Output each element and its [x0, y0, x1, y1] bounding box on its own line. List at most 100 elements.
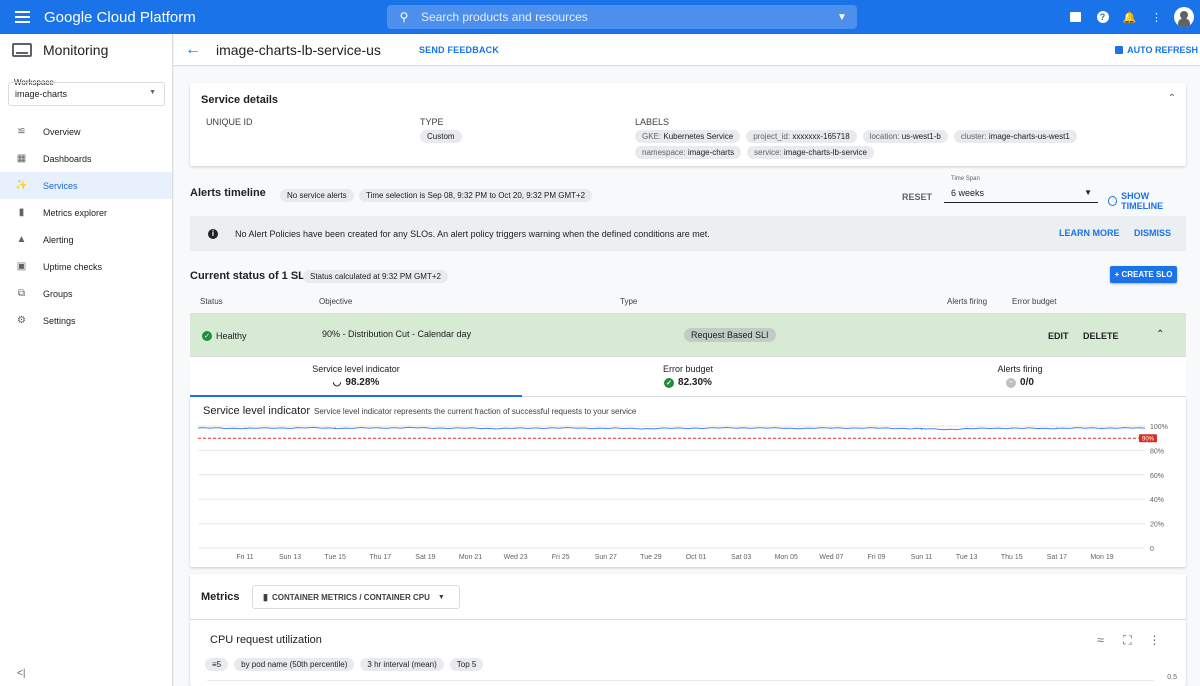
metrics-select[interactable]: ▮ CONTAINER METRICS / CONTAINER CPU ▼: [252, 585, 460, 609]
notifications-icon[interactable]: 🔔: [1116, 0, 1143, 34]
interval-chip[interactable]: 3 hr interval (mean): [360, 658, 444, 671]
col-alerts-firing[interactable]: Alerts firing: [947, 297, 987, 306]
tile-label: Error budget: [662, 364, 714, 374]
sli-chart[interactable]: 0 20% 40% 60% 80% 100% Fri 11 Sun 13 Tue 15 Thu 1…: [190, 397, 1186, 567]
bar-chart-icon: ▮: [263, 591, 268, 602]
x-tick-label: Tue 29: [640, 554, 662, 561]
label-chip: GKE: Kubernetes Service: [635, 130, 741, 143]
auto-refresh-label: AUTO REFRESH: [1127, 45, 1198, 55]
col-objective[interactable]: Objective: [319, 297, 352, 306]
sidebar-item-label: Dashboards: [43, 153, 92, 164]
time-selection-chip: Time selection is Sep 08, 9:32 PM to Oct…: [359, 189, 593, 202]
x-tick-label: Fri 11: [236, 554, 253, 561]
metrics-title: Metrics: [201, 591, 240, 603]
sidebar-item-label: Settings: [43, 315, 76, 326]
brand-title[interactable]: Google Cloud Platform: [44, 9, 196, 26]
fullscreen-icon[interactable]: ⛶: [1114, 633, 1141, 648]
y-tick-label: 40%: [1150, 497, 1164, 504]
sli-data-point: [560, 427, 562, 429]
objective-text: 90% - Distribution Cut - Calendar day: [322, 329, 472, 339]
col-type[interactable]: Type: [620, 297, 637, 306]
more-vert-icon[interactable]: ⋮: [1143, 0, 1170, 34]
sidebar-item-overview[interactable]: ≌ Overview: [0, 118, 172, 145]
dropdown-arrow-icon: ▼: [149, 89, 156, 96]
chevron-down-icon[interactable]: ▼: [827, 12, 857, 23]
sidebar-item-label: Overview: [43, 126, 81, 137]
sidebar-item-services[interactable]: ✨ Services: [0, 172, 172, 199]
chevron-up-icon[interactable]: ⌃: [1168, 93, 1176, 104]
tile-error-budget[interactable]: Error budget ✓ 82.30%: [522, 357, 854, 397]
current-status-title: Current status of 1 SLO: [190, 270, 314, 282]
services-icon: ✨: [15, 180, 28, 191]
threshold-label: 90%: [1142, 437, 1155, 443]
avatar[interactable]: [1174, 7, 1194, 27]
sli-data-point: [1101, 427, 1103, 429]
learn-more-button[interactable]: LEARN MORE: [1059, 228, 1120, 238]
tile-sli[interactable]: Service level indicator ◡ 98.28%: [190, 357, 522, 397]
settings-icon: ⚙: [17, 315, 26, 326]
back-arrow-icon[interactable]: ←: [185, 41, 215, 59]
sidebar-item-groups[interactable]: ⧉ Groups: [0, 280, 172, 307]
more-vert-icon[interactable]: ⋮: [1141, 633, 1168, 648]
reset-button[interactable]: RESET: [902, 192, 932, 202]
filter-chip[interactable]: ≡5: [205, 658, 229, 671]
y-tick-label: 60%: [1150, 473, 1164, 480]
sidebar-item-settings[interactable]: ⚙ Settings: [0, 307, 172, 334]
alerting-icon: ▲: [16, 234, 27, 245]
info-icon: i: [208, 228, 218, 239]
status-calculated-chip: Status calculated at 9:32 PM GMT+2: [303, 270, 448, 283]
sli-data-point: [244, 427, 246, 429]
type-chip: Request Based SLI: [684, 328, 776, 342]
no-alerts-chip: No service alerts: [280, 189, 354, 202]
x-tick-label: Wed 07: [819, 554, 843, 561]
x-tick-label: Sun 27: [595, 554, 617, 561]
menu-icon[interactable]: [0, 0, 44, 34]
tile-label: Service level indicator: [312, 364, 400, 374]
col-error-budget[interactable]: Error budget: [1012, 297, 1056, 306]
tile-alerts-firing[interactable]: Alerts firing – 0/0: [854, 357, 1186, 397]
send-feedback-button[interactable]: SEND FEEDBACK: [419, 45, 499, 55]
tile-label: Alerts firing: [997, 364, 1043, 374]
col-status[interactable]: Status: [200, 297, 223, 306]
x-tick-label: Oct 01: [686, 554, 707, 561]
slo-row[interactable]: ✓ Healthy 90% - Distribution Cut - Calen…: [190, 314, 1186, 357]
top-bar: Google Cloud Platform ⚲ Search products …: [0, 0, 1200, 34]
legend-toggle-icon[interactable]: ≈: [1087, 633, 1114, 648]
cpu-chart-card: CPU request utilization ≈ ⛶ ⋮ ≡5 by pod …: [190, 620, 1186, 686]
tile-value: 0/0: [1020, 377, 1034, 388]
search-input[interactable]: Search products and resources: [421, 10, 827, 24]
groupby-chip[interactable]: by pod name (50th percentile): [234, 658, 355, 671]
edit-button[interactable]: EDIT: [1048, 331, 1069, 341]
sidebar-item-metrics-explorer[interactable]: ▮ Metrics explorer: [0, 199, 172, 226]
check-circle-icon: ✓: [202, 331, 212, 341]
monitoring-icon: [12, 43, 32, 57]
workspace-value: image-charts: [15, 89, 68, 99]
dropdown-arrow-icon: ▼: [1084, 188, 1092, 197]
cloud-shell-icon[interactable]: [1062, 0, 1089, 34]
time-span-select[interactable]: Time Span 6 weeks ▼: [944, 175, 1098, 203]
sidebar-item-dashboards[interactable]: ▦ Dashboards: [0, 145, 172, 172]
tile-value: 82.30%: [678, 377, 712, 388]
workspace-select[interactable]: image-charts ▼: [8, 82, 165, 106]
dashboards-icon: ▦: [16, 153, 27, 164]
top-chip[interactable]: Top 5: [449, 658, 484, 671]
help-icon[interactable]: ?: [1089, 0, 1116, 34]
sli-data-point: [920, 428, 923, 431]
show-timeline-button[interactable]: SHOW TIMELINE: [1108, 191, 1186, 211]
page-title: image-charts-lb-service-us: [216, 41, 381, 58]
delete-button[interactable]: DELETE: [1083, 331, 1119, 341]
create-slo-button[interactable]: + CREATE SLO: [1110, 266, 1177, 283]
dismiss-button[interactable]: DISMISS: [1134, 228, 1171, 238]
clock-icon: [1108, 196, 1118, 206]
status-cell: ✓ Healthy: [202, 331, 247, 341]
x-tick-label: Mon 19: [1090, 554, 1113, 561]
search-bar[interactable]: ⚲ Search products and resources ▼: [387, 5, 857, 29]
auto-refresh-toggle[interactable]: AUTO REFRESH: [1115, 45, 1198, 55]
x-tick-label: Sat 17: [1047, 554, 1067, 561]
sidebar-item-alerting[interactable]: ▲ Alerting: [0, 226, 172, 253]
chevron-up-icon[interactable]: ⌃: [1156, 329, 1164, 340]
collapse-sidebar-icon[interactable]: <|: [17, 668, 25, 679]
sidebar-item-uptime-checks[interactable]: ▣ Uptime checks: [0, 253, 172, 280]
checkbox-icon: [1115, 46, 1124, 54]
show-timeline-label: SHOW TIMELINE: [1121, 191, 1164, 211]
